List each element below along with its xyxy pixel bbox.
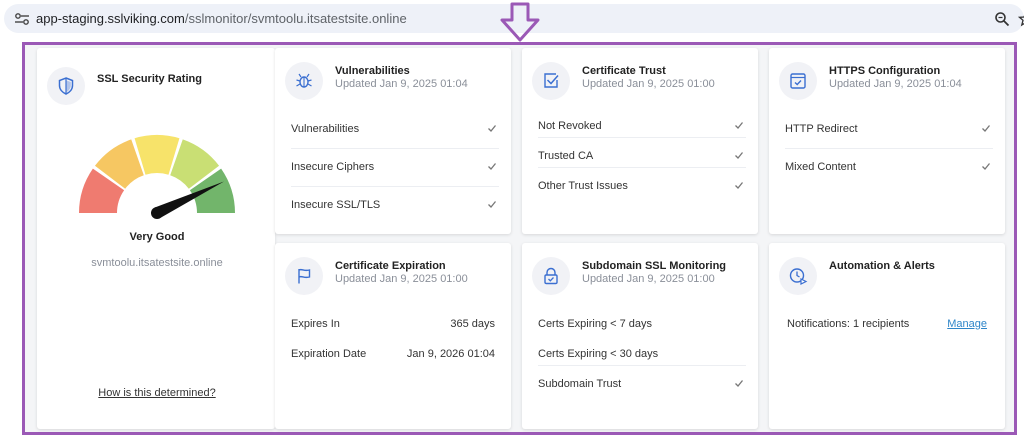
manage-link[interactable]: Manage — [947, 318, 987, 330]
list-item: Expires In 365 days — [291, 306, 499, 336]
row-value: 365 days — [450, 318, 495, 330]
check-icon — [488, 201, 497, 208]
rating-title: SSL Security Rating — [97, 73, 202, 85]
row-label: Expires In — [291, 318, 340, 330]
row-value: Jan 9, 2026 01:04 — [406, 348, 495, 360]
list-item: Not Revoked — [538, 108, 746, 138]
zoom-icon[interactable] — [994, 11, 1010, 27]
check-icon — [982, 163, 991, 170]
https-config-title: HTTPS Configuration — [829, 65, 941, 77]
certificate-trust-title: Certificate Trust — [582, 65, 666, 77]
row-label: Mixed Content — [785, 161, 856, 173]
vulnerabilities-title: Vulnerabilities — [335, 65, 410, 77]
vulnerabilities-card: Vulnerabilities Updated Jan 9, 2025 01:0… — [275, 48, 511, 234]
vulnerabilities-rows: Vulnerabilities Insecure Ciphers Insecur… — [291, 111, 499, 225]
row-label: Not Revoked — [538, 120, 602, 132]
rating-gauge — [79, 135, 235, 219]
check-icon — [488, 125, 497, 132]
certificate-trust-updated: Updated Jan 9, 2025 01:00 — [582, 78, 715, 90]
down-arrow-icon — [500, 2, 540, 42]
automation-title: Automation & Alerts — [829, 260, 935, 272]
lock-icon-wrap — [532, 257, 570, 295]
certificate-trust-rows: Not Revoked Trusted CA Other Trust Issue… — [538, 108, 746, 198]
check-square-icon-wrap — [532, 62, 570, 100]
https-config-updated: Updated Jan 9, 2025 01:04 — [829, 78, 962, 90]
https-config-rows: HTTP Redirect Mixed Content — [785, 111, 993, 187]
bug-icon — [296, 73, 312, 88]
list-item: Insecure SSL/TLS — [291, 187, 499, 225]
https-config-card: HTTPS Configuration Updated Jan 9, 2025 … — [769, 48, 1005, 234]
bookmark-star-icon[interactable] — [1018, 11, 1024, 27]
browser-check-icon-wrap — [779, 62, 817, 100]
check-icon — [982, 125, 991, 132]
list-item: HTTP Redirect — [785, 111, 993, 149]
flag-icon — [298, 268, 311, 284]
check-square-icon — [544, 73, 559, 88]
row-label: Insecure Ciphers — [291, 161, 375, 173]
list-item: Subdomain Trust — [538, 366, 746, 396]
list-item: Vulnerabilities — [291, 111, 499, 149]
ssl-rating-card: SSL Security Rating Very Good svmtoolu.i… — [37, 48, 275, 429]
check-icon — [735, 182, 744, 189]
certificate-trust-card: Certificate Trust Updated Jan 9, 2025 01… — [522, 48, 758, 234]
bug-icon-wrap — [285, 62, 323, 100]
cert-expiration-title: Certificate Expiration — [335, 260, 446, 272]
check-icon — [735, 152, 744, 159]
list-item: Trusted CA — [538, 138, 746, 168]
row-label: Certs Expiring < 30 days — [538, 348, 659, 360]
row-label: HTTP Redirect — [785, 123, 858, 135]
list-item: Expiration Date Jan 9, 2026 01:04 — [291, 336, 499, 366]
cert-expiration-rows: Expires In 365 days Expiration Date Jan 9,… — [291, 306, 499, 366]
subdomain-rows: Certs Expiring < 7 days Certs Expiring <… — [538, 306, 746, 396]
row-label: Trusted CA — [538, 150, 594, 162]
site-settings-icon[interactable] — [14, 12, 30, 26]
how-determined-link[interactable]: How is this determined? — [37, 387, 277, 399]
url-host: app-staging.sslviking.com — [36, 11, 185, 26]
list-item: Certs Expiring < 7 days — [538, 306, 746, 336]
row-label: Vulnerabilities — [291, 123, 360, 135]
cert-expiration-card: Certificate Expiration Updated Jan 9, 20… — [275, 243, 511, 429]
highlight-frame: SSL Security Rating Very Good svmtoolu.i… — [22, 42, 1017, 435]
browser-check-icon — [790, 73, 806, 89]
shield-icon — [58, 77, 74, 95]
row-label: Subdomain Trust — [538, 378, 622, 390]
gauge-hub — [151, 207, 163, 219]
rating-label: Very Good — [129, 231, 185, 243]
check-icon — [488, 163, 497, 170]
flag-icon-wrap — [285, 257, 323, 295]
list-item: Certs Expiring < 30 days — [538, 336, 746, 366]
vulnerabilities-updated: Updated Jan 9, 2025 01:04 — [335, 78, 468, 90]
check-icon — [735, 380, 744, 387]
cert-expiration-updated: Updated Jan 9, 2025 01:00 — [335, 273, 468, 285]
clock-play-icon — [789, 268, 808, 285]
list-item: Mixed Content — [785, 149, 993, 187]
url-path: /sslmonitor/svmtoolu.itsatestsite.online — [184, 11, 407, 26]
subdomain-title: Subdomain SSL Monitoring — [582, 260, 727, 272]
row-label: Other Trust Issues — [538, 180, 628, 192]
lock-icon — [544, 267, 558, 285]
clock-play-icon-wrap — [779, 257, 817, 295]
check-icon — [735, 122, 744, 129]
shield-icon-wrap — [47, 67, 85, 105]
subdomain-monitoring-card: Subdomain SSL Monitoring Updated Jan 9, … — [522, 243, 758, 429]
domain-text: svmtoolu.itsatestsite.online — [91, 257, 223, 269]
subdomain-updated: Updated Jan 9, 2025 01:00 — [582, 273, 715, 285]
row-label: Insecure SSL/TLS — [291, 199, 381, 211]
notifications-text: Notifications: 1 recipients — [787, 318, 910, 330]
row-label: Certs Expiring < 7 days — [538, 318, 653, 330]
row-label: Expiration Date — [291, 348, 367, 360]
list-item: Other Trust Issues — [538, 168, 746, 198]
list-item: Insecure Ciphers — [291, 149, 499, 187]
automation-alerts-card: Automation & Alerts Notifications: 1 rec… — [769, 243, 1005, 429]
url-text[interactable]: app-staging.sslviking.com/sslmonitor/svm… — [36, 11, 407, 26]
